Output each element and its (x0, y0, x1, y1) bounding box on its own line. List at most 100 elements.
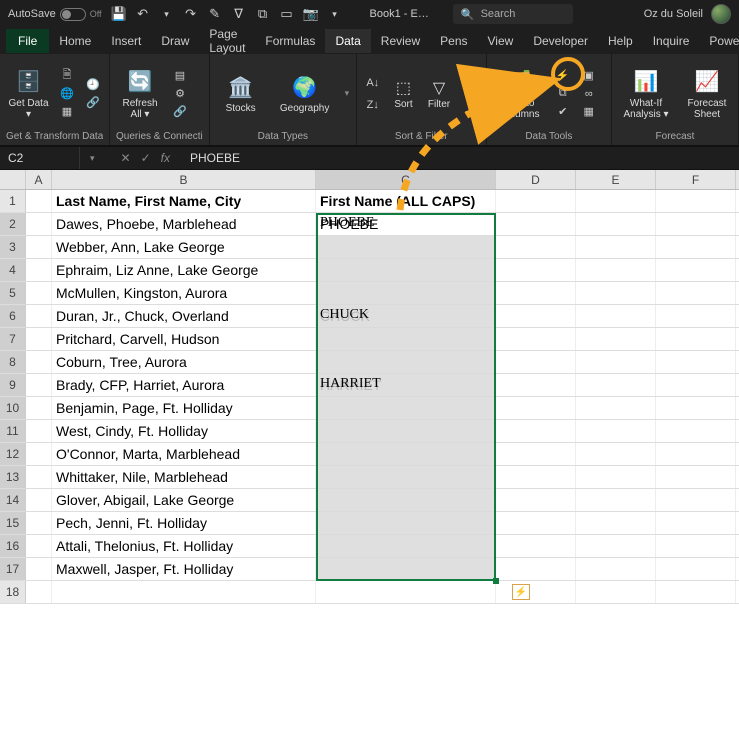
cell[interactable] (576, 351, 656, 373)
cell[interactable]: Duran, Jr., Chuck, Overland (52, 305, 316, 327)
search-box[interactable]: 🔍 Search (453, 4, 573, 24)
cell[interactable] (656, 374, 736, 396)
row-header[interactable]: 15 (0, 512, 26, 534)
cell[interactable] (496, 328, 576, 350)
qat-more-icon[interactable]: ▾ (328, 7, 342, 21)
cell[interactable] (496, 443, 576, 465)
cell[interactable] (316, 489, 496, 511)
cell[interactable] (656, 443, 736, 465)
cell[interactable] (496, 581, 576, 603)
cell[interactable]: Last Name, First Name, City (52, 190, 316, 212)
cell[interactable]: Dawes, Phoebe, Marblehead (52, 213, 316, 235)
remove-dupes-icon[interactable]: ⧉ (553, 86, 573, 102)
cell[interactable]: Maxwell, Jasper, Ft. Holliday (52, 558, 316, 580)
cell[interactable] (316, 535, 496, 557)
cell[interactable] (576, 190, 656, 212)
cell[interactable] (26, 190, 52, 212)
queries-icon[interactable]: ▤ (170, 68, 190, 84)
autosave-toggle[interactable]: AutoSave Off (8, 8, 102, 21)
cell[interactable] (656, 282, 736, 304)
cell[interactable] (26, 305, 52, 327)
cell[interactable] (496, 558, 576, 580)
filter-button[interactable]: ▽ Filter (424, 77, 454, 110)
cell[interactable] (576, 259, 656, 281)
cell[interactable] (656, 466, 736, 488)
cell[interactable] (316, 397, 496, 419)
fx-icon[interactable]: fx (161, 151, 170, 165)
cell[interactable] (26, 397, 52, 419)
cell[interactable] (656, 397, 736, 419)
cell[interactable]: Coburn, Tree, Aurora (52, 351, 316, 373)
consolidate-icon[interactable]: ▣ (579, 68, 599, 84)
cell[interactable]: Webber, Ann, Lake George (52, 236, 316, 258)
sort-asc-icon[interactable]: A↓ (363, 75, 383, 91)
cell[interactable] (576, 558, 656, 580)
cell[interactable]: Attali, Thelonius, Ft. Holliday (52, 535, 316, 557)
stocks-button[interactable]: 🏛️ Stocks (217, 73, 265, 114)
cell[interactable] (496, 420, 576, 442)
cell[interactable] (576, 535, 656, 557)
cell[interactable] (576, 397, 656, 419)
cell[interactable] (576, 420, 656, 442)
cell[interactable]: O'Connor, Marta, Marblehead (52, 443, 316, 465)
row-header[interactable]: 14 (0, 489, 26, 511)
cell[interactable] (316, 466, 496, 488)
cell[interactable] (316, 443, 496, 465)
tab-file[interactable]: File (6, 29, 49, 53)
from-table-icon[interactable]: ▦ (57, 104, 77, 120)
row-header[interactable]: 5 (0, 282, 26, 304)
cell[interactable] (576, 489, 656, 511)
camera-icon[interactable]: 📷 (304, 7, 318, 21)
tab-power[interactable]: Power (699, 29, 739, 53)
row-header[interactable]: 1 (0, 190, 26, 212)
existing-conn-icon[interactable]: 🔗 (83, 95, 103, 111)
cell[interactable]: Pritchard, Carvell, Hudson (52, 328, 316, 350)
reapply-icon[interactable]: ↻ (460, 86, 480, 102)
relationships-icon[interactable]: ∞ (579, 86, 599, 102)
cell[interactable] (576, 328, 656, 350)
cell[interactable]: Ephraim, Liz Anne, Lake George (52, 259, 316, 281)
edit-links-icon[interactable]: 🔗 (170, 104, 190, 120)
cell[interactable] (316, 420, 496, 442)
get-data-button[interactable]: 🗄️ Get Data ▾ (6, 68, 51, 120)
row-header[interactable]: 3 (0, 236, 26, 258)
what-if-button[interactable]: 📊 What-If Analysis ▾ (618, 68, 674, 120)
col-header-e[interactable]: E (576, 170, 656, 189)
formula-input[interactable]: PHOEBE (180, 151, 739, 165)
col-header-c[interactable]: C (316, 170, 496, 189)
cell[interactable] (26, 535, 52, 557)
clear-filter-icon[interactable]: ✕ (460, 68, 480, 84)
select-all-corner[interactable] (0, 170, 26, 189)
forecast-sheet-button[interactable]: 📈 Forecast Sheet (682, 68, 732, 120)
cell[interactable] (316, 328, 496, 350)
flash-fill-icon[interactable]: ⚡ (553, 68, 573, 84)
cell[interactable]: Glover, Abigail, Lake George (52, 489, 316, 511)
cancel-icon[interactable]: ✕ (121, 151, 131, 165)
col-header-a[interactable]: A (26, 170, 52, 189)
cell[interactable] (496, 282, 576, 304)
cell[interactable] (576, 512, 656, 534)
tab-view[interactable]: View (478, 29, 524, 53)
cell[interactable] (656, 236, 736, 258)
tab-developer[interactable]: Developer (523, 29, 598, 53)
tab-data[interactable]: Data (325, 29, 370, 53)
cell[interactable] (496, 305, 576, 327)
name-box[interactable]: C2 (0, 147, 80, 169)
cell[interactable] (576, 213, 656, 235)
cell[interactable] (656, 512, 736, 534)
cell[interactable] (496, 351, 576, 373)
cell[interactable] (656, 489, 736, 511)
cell[interactable] (576, 282, 656, 304)
cell[interactable] (496, 190, 576, 212)
cell[interactable] (316, 558, 496, 580)
cell[interactable] (26, 466, 52, 488)
geography-button[interactable]: 🌍 Geography (281, 73, 329, 114)
row-header[interactable]: 17 (0, 558, 26, 580)
cell[interactable]: Benjamin, Page, Ft. Holliday (52, 397, 316, 419)
cell[interactable] (576, 466, 656, 488)
col-header-d[interactable]: D (496, 170, 576, 189)
cell[interactable]: Brady, CFP, Harriet, Aurora (52, 374, 316, 396)
cell[interactable] (496, 489, 576, 511)
cell[interactable] (496, 512, 576, 534)
manage-data-model-icon[interactable]: ▦ (579, 104, 599, 120)
